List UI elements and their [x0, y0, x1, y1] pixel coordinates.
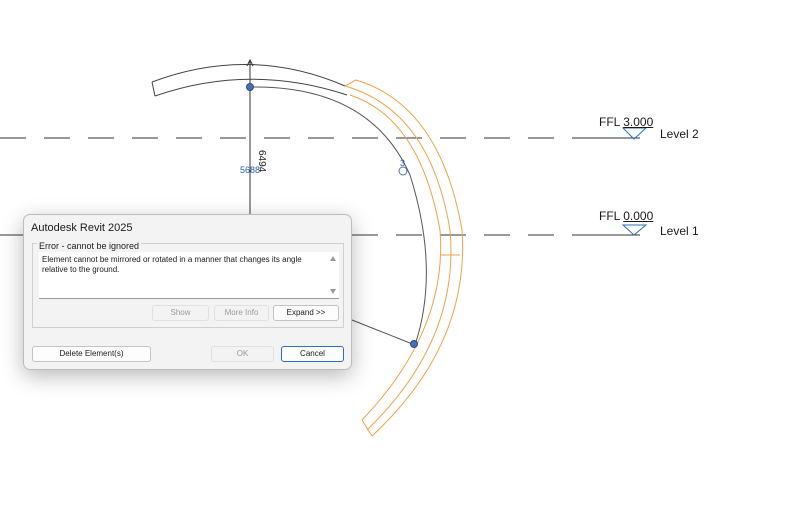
level-1-head-icon[interactable] [621, 224, 648, 236]
scroll-up-icon[interactable] [330, 256, 336, 261]
delete-elements-button[interactable]: Delete Element(s) [32, 346, 151, 362]
error-message-box[interactable]: Element cannot be mirrored or rotated in… [39, 252, 339, 299]
grip-number-label: 3 [400, 158, 406, 168]
level-1-name[interactable]: Level 1 [660, 224, 699, 238]
level-2-name[interactable]: Level 2 [660, 127, 699, 141]
level-1-ffl: FFL 0.000 [599, 209, 653, 223]
level-2-elevation[interactable]: 3.000 [623, 115, 653, 129]
level-1-ffl-label: FFL [599, 209, 620, 223]
message-scrollbar[interactable] [327, 252, 339, 298]
level-2-ffl: FFL 3.000 [599, 115, 653, 129]
error-group: Error - cannot be ignored Element cannot… [32, 241, 344, 328]
error-dialog: Autodesk Revit 2025 Error - cannot be ig… [23, 214, 352, 370]
highlighted-stair-arc[interactable] [344, 79, 464, 437]
ok-button[interactable]: OK [211, 346, 274, 362]
expand-button[interactable]: Expand >> [273, 305, 339, 321]
level-2-head-icon[interactable] [621, 127, 648, 140]
scroll-down-icon[interactable] [330, 289, 336, 294]
show-button[interactable]: Show [152, 305, 209, 321]
temporary-dimension[interactable]: 5688 [240, 165, 260, 175]
more-info-button[interactable]: More Info [214, 305, 269, 321]
cancel-button[interactable]: Cancel [281, 346, 344, 362]
level-1-elevation[interactable]: 0.000 [623, 209, 653, 223]
level-2-ffl-label: FFL [599, 115, 620, 129]
dialog-title: Autodesk Revit 2025 [31, 222, 133, 234]
grip-mid-icon[interactable] [398, 166, 408, 176]
stair-arc-outer[interactable] [151, 63, 346, 87]
error-message: Element cannot be mirrored or rotated in… [42, 255, 302, 274]
error-group-label: Error - cannot be ignored [37, 241, 142, 251]
grip-end-icon[interactable] [410, 340, 418, 348]
grip-top-icon[interactable] [246, 83, 254, 91]
